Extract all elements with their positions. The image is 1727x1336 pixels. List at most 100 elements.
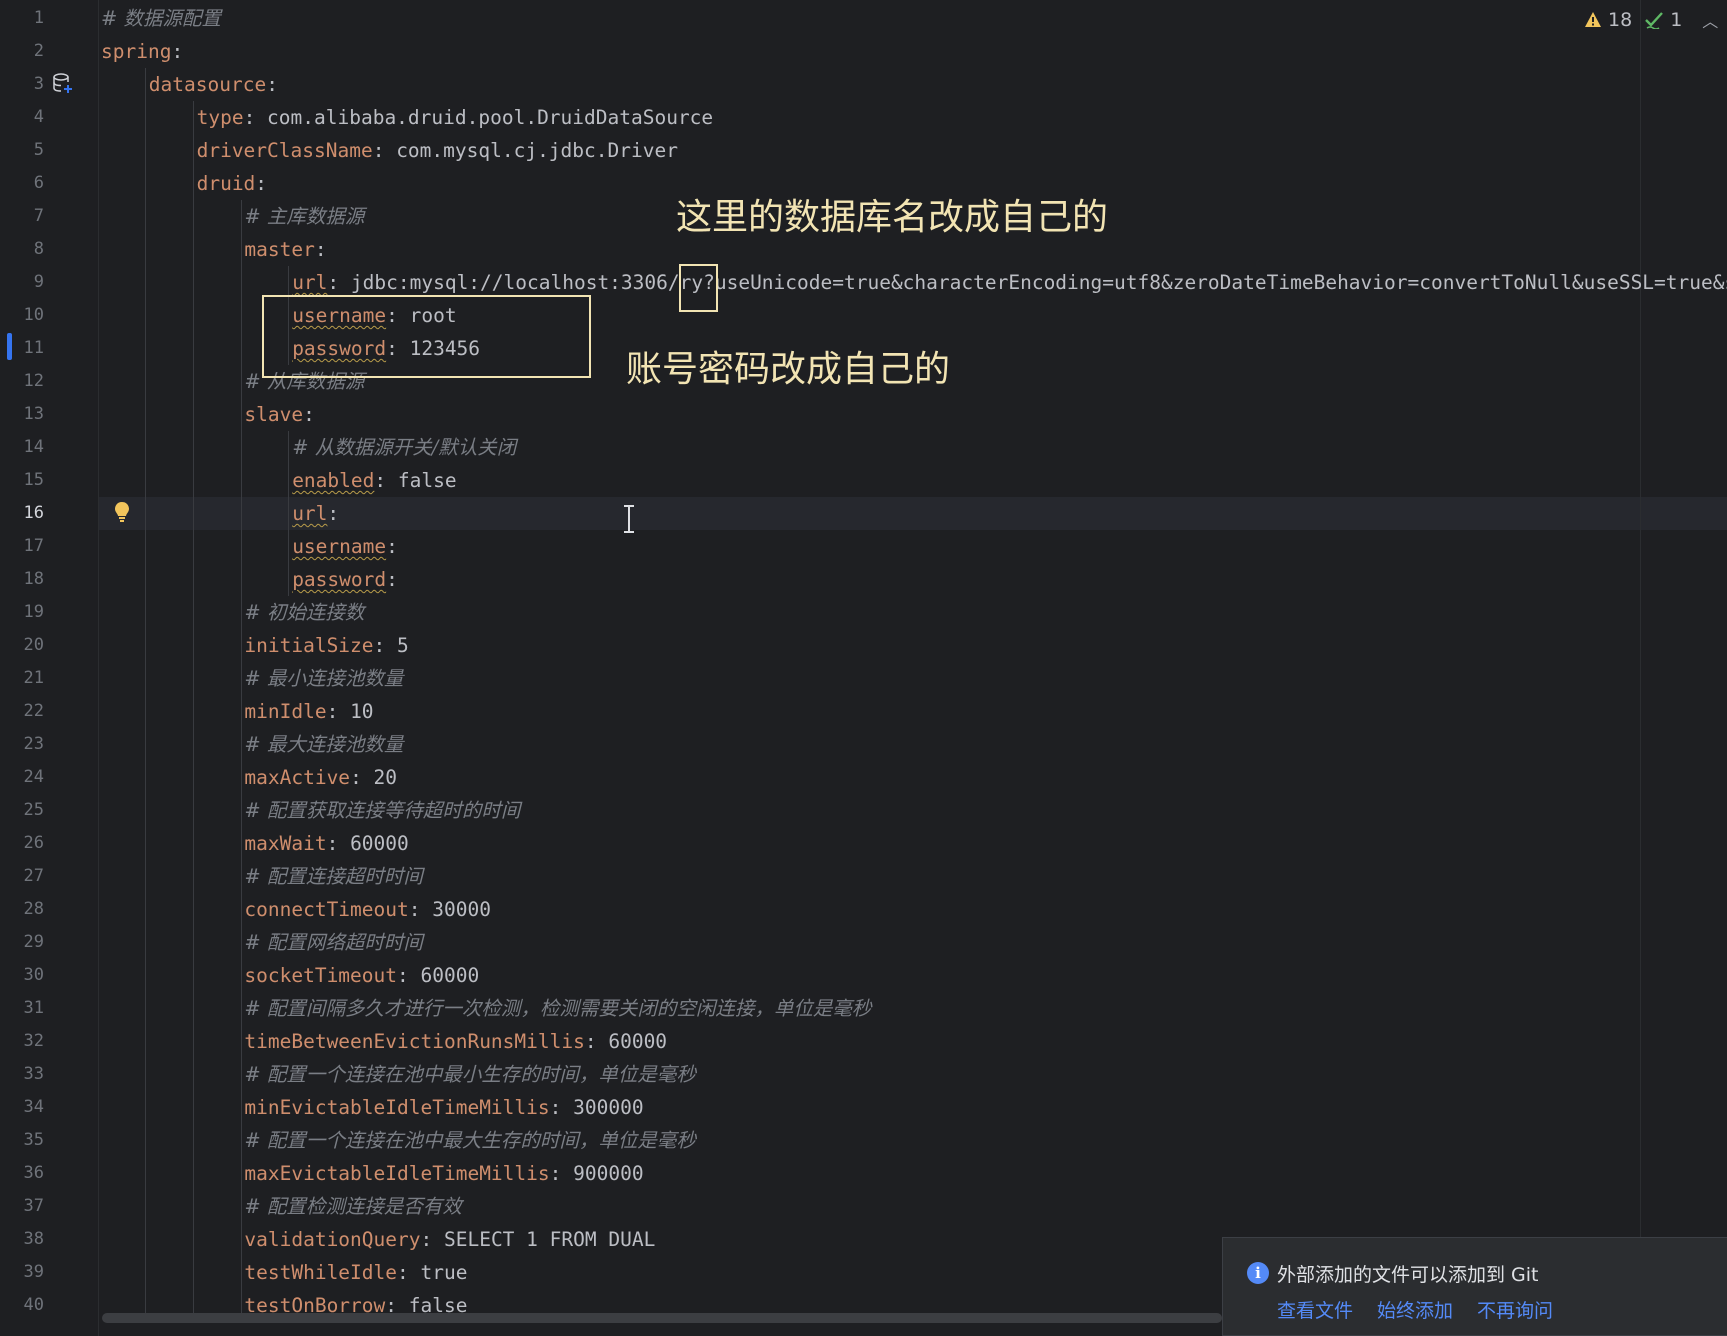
line-number[interactable]: 28 xyxy=(0,893,44,926)
credentials-highlight-box xyxy=(262,295,591,378)
db-name-highlight-box xyxy=(679,264,718,312)
line-number[interactable]: 12 xyxy=(0,365,44,398)
indent-guide xyxy=(145,68,146,1322)
yaml-separator: : xyxy=(386,535,398,558)
line-number[interactable]: 8 xyxy=(0,233,44,266)
view-files-link[interactable]: 查看文件 xyxy=(1277,1296,1353,1323)
line-number[interactable]: 3 xyxy=(0,68,44,101)
code-line[interactable]: # 从数据源开关/默认关闭 xyxy=(292,431,516,464)
code-line[interactable]: druid: xyxy=(197,167,267,200)
line-number[interactable]: 18 xyxy=(0,563,44,596)
code-line[interactable]: socketTimeout: 60000 xyxy=(244,959,479,992)
line-number[interactable]: 24 xyxy=(0,761,44,794)
code-line[interactable]: datasource: xyxy=(149,68,278,101)
code-line[interactable]: # 初始连接数 xyxy=(244,596,364,629)
code-line[interactable]: # 配置连接超时时间 xyxy=(244,860,423,893)
line-number[interactable]: 4 xyxy=(0,101,44,134)
code-editor[interactable]: 1 2 3 4 5 6 7 8 9 10 11 12 13 14 15 16 17 18 19 20 21 22 23 24 2… xyxy=(0,0,1727,1336)
line-number[interactable]: 17 xyxy=(0,530,44,563)
code-line[interactable]: connectTimeout: 30000 xyxy=(244,893,491,926)
code-line[interactable]: # 配置间隔多久才进行一次检测，检测需要关闭的空闲连接，单位是毫秒 xyxy=(244,992,871,1025)
yaml-comment: # 配置一个连接在池中最大生存的时间，单位是毫秒 xyxy=(244,1129,696,1152)
code-line[interactable]: maxEvictableIdleTimeMillis: 900000 xyxy=(244,1157,643,1190)
line-number[interactable]: 14 xyxy=(0,431,44,464)
code-line[interactable]: type: com.alibaba.druid.pool.DruidDataSo… xyxy=(197,101,714,134)
line-number[interactable]: 16 xyxy=(0,497,44,530)
line-number[interactable]: 22 xyxy=(0,695,44,728)
check-count: 1 xyxy=(1670,9,1683,31)
line-number[interactable]: 2 xyxy=(0,35,44,68)
code-line[interactable]: timeBetweenEvictionRunsMillis: 60000 xyxy=(244,1025,667,1058)
line-number[interactable]: 20 xyxy=(0,629,44,662)
yaml-separator: : xyxy=(327,271,351,294)
line-number[interactable]: 31 xyxy=(0,992,44,1025)
code-line[interactable]: # 最小连接池数量 xyxy=(244,662,403,695)
code-line[interactable]: spring: xyxy=(101,35,183,68)
line-number[interactable]: 27 xyxy=(0,860,44,893)
line-number[interactable]: 5 xyxy=(0,134,44,167)
code-line[interactable]: # 配置检测连接是否有效 xyxy=(244,1190,462,1223)
code-line[interactable]: # 配置一个连接在池中最小生存的时间，单位是毫秒 xyxy=(244,1058,696,1091)
line-number[interactable]: 35 xyxy=(0,1124,44,1157)
code-line[interactable]: password: xyxy=(292,563,398,596)
code-line[interactable]: minEvictableIdleTimeMillis: 300000 xyxy=(244,1091,643,1124)
code-line[interactable]: username: xyxy=(292,530,398,563)
yaml-key: url xyxy=(292,271,328,294)
line-number[interactable]: 13 xyxy=(0,398,44,431)
line-number[interactable]: 7 xyxy=(0,200,44,233)
code-line[interactable]: master: xyxy=(244,233,326,266)
inspection-status[interactable]: 18 1 ︿ ﹀ xyxy=(1584,8,1727,32)
right-margin-guide xyxy=(1640,0,1641,1336)
indent-guide xyxy=(288,431,290,596)
line-number[interactable]: 39 xyxy=(0,1256,44,1289)
code-line[interactable]: validationQuery: SELECT 1 FROM DUAL xyxy=(244,1223,655,1256)
database-add-icon[interactable] xyxy=(52,72,74,94)
yaml-key: spring xyxy=(101,40,172,63)
line-number[interactable]: 9 xyxy=(0,266,44,299)
line-number-gutter[interactable]: 1 2 3 4 5 6 7 8 9 10 11 12 13 14 15 16 17 18 19 20 21 22 23 24 2… xyxy=(0,0,99,1336)
yaml-key: password xyxy=(292,568,387,591)
line-number[interactable]: 1 xyxy=(0,2,44,35)
line-number[interactable]: 38 xyxy=(0,1223,44,1256)
line-number[interactable]: 6 xyxy=(0,167,44,200)
line-number[interactable]: 25 xyxy=(0,794,44,827)
code-line[interactable]: initialSize: 5 xyxy=(244,629,408,662)
yaml-key: master xyxy=(244,238,315,261)
yaml-comment: # 最大连接池数量 xyxy=(244,733,404,756)
code-line[interactable]: enabled: false xyxy=(292,464,456,497)
line-number[interactable]: 34 xyxy=(0,1091,44,1124)
yaml-separator: : xyxy=(326,832,351,855)
code-line[interactable]: # 数据源配置 xyxy=(101,2,221,35)
line-number[interactable]: 15 xyxy=(0,464,44,497)
yaml-key: type xyxy=(196,106,244,129)
code-line[interactable]: # 配置获取连接等待超时的时间 xyxy=(244,794,520,827)
line-number[interactable]: 30 xyxy=(0,959,44,992)
line-number[interactable]: 19 xyxy=(0,596,44,629)
line-number[interactable]: 32 xyxy=(0,1025,44,1058)
line-number[interactable]: 23 xyxy=(0,728,44,761)
line-number[interactable]: 21 xyxy=(0,662,44,695)
line-number[interactable]: 37 xyxy=(0,1190,44,1223)
always-add-link[interactable]: 始终添加 xyxy=(1377,1296,1453,1323)
code-line[interactable]: url: xyxy=(292,497,339,530)
code-line[interactable]: maxWait: 60000 xyxy=(244,827,408,860)
horizontal-scrollbar[interactable] xyxy=(102,1313,1222,1323)
code-line[interactable]: # 主库数据源 xyxy=(244,200,364,233)
line-number[interactable]: 36 xyxy=(0,1157,44,1190)
line-number[interactable]: 29 xyxy=(0,926,44,959)
code-line[interactable]: # 配置一个连接在池中最大生存的时间，单位是毫秒 xyxy=(244,1124,696,1157)
code-line[interactable]: # 最大连接池数量 xyxy=(244,728,403,761)
dont-ask-again-link[interactable]: 不再询问 xyxy=(1477,1296,1553,1323)
line-number[interactable]: 10 xyxy=(0,299,44,332)
chevron-up-icon[interactable]: ︿ xyxy=(1702,8,1718,32)
code-line[interactable]: maxActive: 20 xyxy=(244,761,397,794)
code-line[interactable]: driverClassName: com.mysql.cj.jdbc.Drive… xyxy=(197,134,678,167)
line-number[interactable]: 33 xyxy=(0,1058,44,1091)
code-line[interactable]: slave: xyxy=(244,398,314,431)
code-line[interactable]: # 配置网络超时时间 xyxy=(244,926,423,959)
code-line[interactable]: minIdle: 10 xyxy=(244,695,373,728)
line-number[interactable]: 40 xyxy=(0,1289,44,1322)
line-number[interactable]: 26 xyxy=(0,827,44,860)
code-line[interactable]: testWhileIdle: true xyxy=(244,1256,467,1289)
vcs-change-marker[interactable] xyxy=(7,333,12,360)
